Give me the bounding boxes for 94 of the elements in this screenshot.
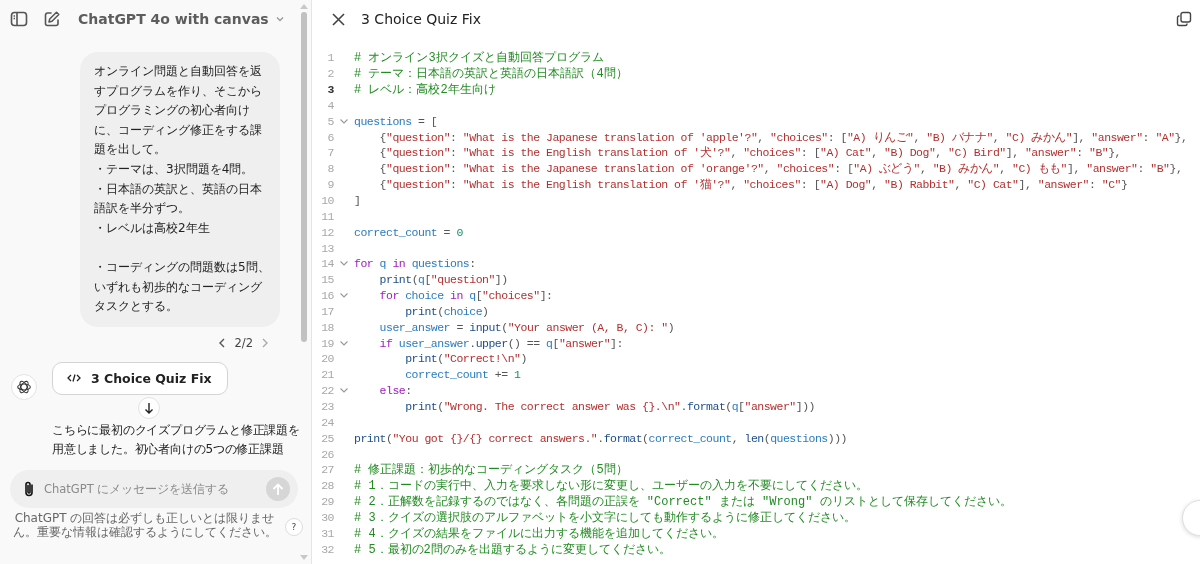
line-number: 16 [320,289,334,303]
line-number: 4 [326,98,334,112]
code-icon [67,373,81,384]
message-text: ・レベルは高校2年生 [94,219,211,237]
line-number: 22 [320,384,334,398]
message-text: ・日本語の英訳と、英語の日本語訳を半分ずつ。 [94,180,263,218]
scroll-down-button[interactable] [138,396,160,419]
scroll-up-arrow-icon[interactable] [300,4,308,9]
line-number: 3 [326,83,334,97]
line-number: 12 [320,225,334,239]
line-number: 9 [326,178,334,192]
line-number: 25 [320,431,334,445]
fold-caret-icon[interactable] [340,261,348,267]
code-line: {"question": "What is the Japanese translation of 'orange'?", "choices": ["A) ぶどう", "B) みかん", "C) もも"], "answer": "B"}, [378,161,1183,177]
message-text: オンライン問題と自動回答を返すプログラムを作り、そこからプログラミングの初心者向けに、コーディング修正をする課題を出して。 [94,63,263,159]
code-line: # 1．コードの実行中、入力を要求しない形に変更し、ユーザーの入力を不要にしてください。 [354,478,868,495]
line-number: 30 [320,510,334,524]
code-line: # オンライン3択クイズと自動回答プログラム [354,50,604,67]
code-line: else: [378,384,412,398]
line-number: 15 [320,273,334,287]
paperclip-icon[interactable] [22,480,36,498]
code-line: print("You got {}/{} correct answers.".format(correct_count, len(questions))) [354,431,847,445]
code-line: correct_count += 1 [404,368,521,382]
line-number: 13 [320,241,334,255]
code-line: print("Wrong. The correct answer was {}.\n".format(q["answer"])) [404,400,815,413]
assistant-avatar-icon [11,373,37,400]
canvas-title: 3 Choice Quiz Fix [361,11,481,27]
code-line: {"question": "What is the Japanese translation of 'apple'?", "choices": ["A) りんご", "B) バナナ", "C) みかん"], "answer": "A"}, [378,129,1188,145]
line-number: 14 [320,257,334,271]
line-number: 7 [326,146,334,160]
code-line: # 4．クイズの結果をファイルに出力する機能を追加してください。 [354,525,724,542]
arrow-down-icon [144,401,154,414]
code-line: # 2．正解数を記録するのではなく、各問題の正誤を "Correct" または "Wrong" のリストとして保存してください。 [354,494,1012,511]
line-number: 21 [320,368,334,382]
code-line: {"question": "What is the English translation of '猫'?", "choices": ["A) Dog", "B) Rabbit", "C) Cat"], "answer": "C"} [378,177,1128,193]
code-line: for choice in q["choices"]: [378,289,553,303]
fold-caret-icon[interactable] [340,118,348,124]
line-number: 19 [320,336,334,350]
code-line: # レベル：高校2年生向け [354,82,496,99]
message-input-field[interactable]: ChatGPT にメッセージを送信する [44,482,258,496]
code-line: for q in questions: [354,257,476,271]
line-number: 6 [326,130,334,144]
line-number: 2 [326,67,334,81]
code-line: print(choice) [404,304,489,318]
code-line: if user_answer.upper() == q["answer"]: [378,336,623,350]
line-number: 23 [320,400,334,413]
message-composer[interactable]: ChatGPT にメッセージを送信する [10,470,298,508]
code-line: {"question": "What is the English translation of '犬'?", "choices": ["A) Cat", "B) Dog", "C) Bird"], "answer": "B"}, [378,145,1121,161]
code-line: ] [354,194,361,207]
line-number: 5 [326,114,334,128]
line-number: 24 [320,415,334,429]
disclaimer-text: ChatGPT の回答は必ずしも正しいとは限りません。重要な情報は確認するようにしてください。 [11,511,278,539]
line-number: 11 [320,209,334,223]
line-number: 31 [320,526,334,540]
code-line: questions = [ [354,114,438,128]
code-line: print("Correct!\n") [404,352,527,366]
line-number: 17 [320,304,334,318]
line-number: 20 [320,352,334,366]
line-number: 10 [320,194,334,207]
help-button[interactable]: ? [285,518,303,536]
line-number: 32 [320,542,334,556]
message-text: ・テーマは、3択問題を4問。 [94,160,255,178]
code-line: print(q["question"]) [378,273,508,287]
fold-caret-icon[interactable] [340,388,348,394]
new-chat-icon[interactable] [43,10,61,28]
assistant-message: こちらに最初のクイズプログラムと修正課題を用意しました。初心者向けの5つの修正課題 [52,421,301,458]
fold-caret-icon[interactable] [340,293,348,299]
line-number: 8 [326,162,334,176]
code-line: # 3．クイズの選択肢のアルファベットを小文字にしても動作するように修正してください。 [354,509,856,526]
code-line: # テーマ：日本語の英訳と英語の日本語訳（4問） [354,66,628,83]
sidebar-toggle-icon[interactable] [10,10,28,28]
code-line: correct_count = 0 [354,225,463,239]
line-number: 28 [320,479,334,493]
fold-caret-icon[interactable] [340,340,348,346]
line-number: 18 [320,320,334,334]
code-line: # 5．最初の2問のみを出題するように変更してください。 [354,541,671,558]
code-line: # 修正課題：初歩的なコーディングタスク（5問） [354,462,628,479]
scrollbar-thumb[interactable] [301,12,307,342]
copy-icon[interactable] [1176,11,1192,27]
next-icon[interactable] [261,337,269,348]
line-number: 29 [320,495,334,509]
chevron-down-icon [274,14,285,24]
code-line: user_answer = input("Your answer (A, B, C): ") [378,320,675,334]
close-icon[interactable] [332,12,345,26]
line-number: 27 [320,463,334,477]
version-counter: 2/2 [234,335,253,350]
line-number: 26 [320,447,334,461]
canvas-document-button[interactable]: 3 Choice Quiz Fix [52,361,228,395]
arrow-up-icon [272,482,284,496]
previous-icon[interactable] [218,337,227,348]
line-number: 1 [326,51,334,65]
scroll-down-arrow-icon[interactable] [300,555,308,560]
message-text: ・コーディングの問題数は5問、いずれも初歩的なコーディングタスクとする。 [94,258,270,316]
model-selector[interactable]: ChatGPT 4o with canvas [76,11,285,27]
